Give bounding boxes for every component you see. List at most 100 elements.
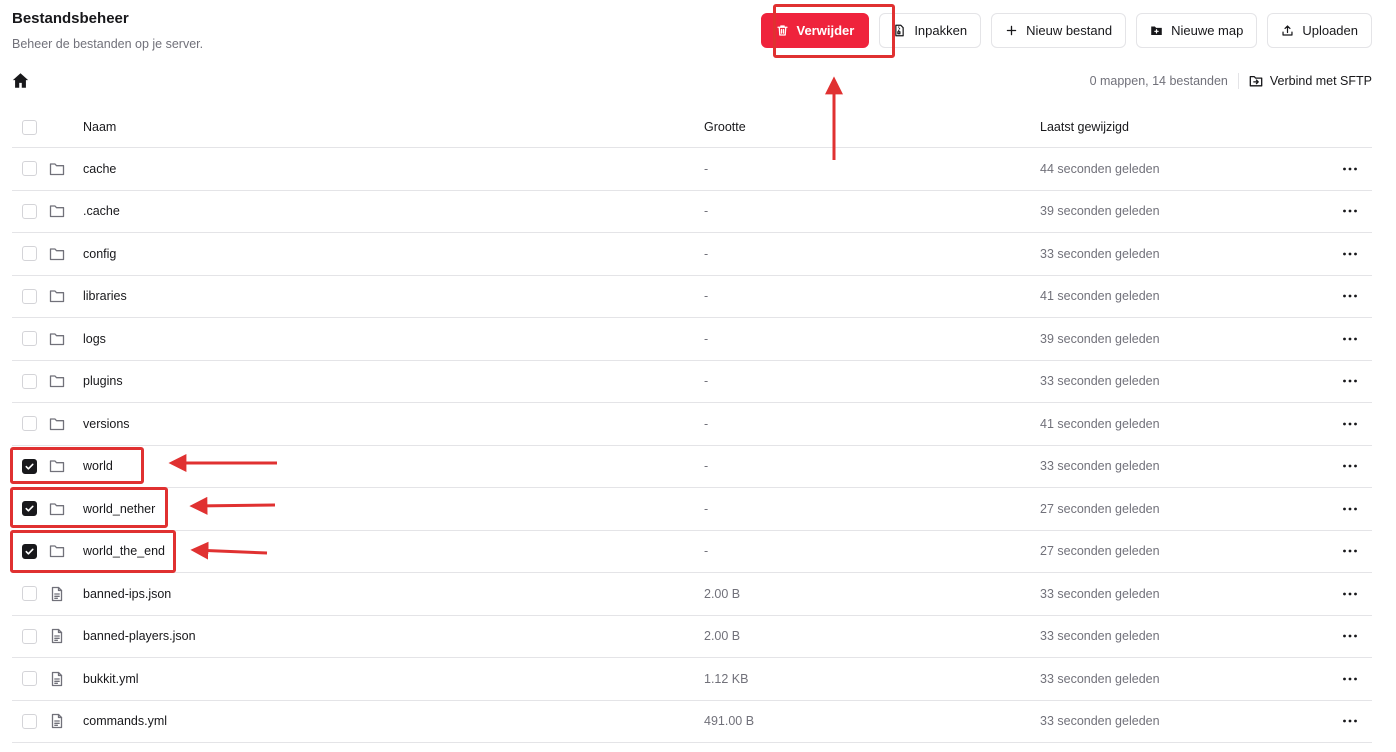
table-row[interactable]: plugins - 33 seconden geleden <box>12 361 1372 403</box>
new-file-button[interactable]: Nieuw bestand <box>991 13 1127 48</box>
row-menu-button[interactable] <box>1328 252 1372 256</box>
row-size: 2.00 B <box>704 586 741 601</box>
table-row[interactable]: versions - 41 seconden geleden <box>12 403 1372 446</box>
pack-button-label: Inpakken <box>914 23 968 38</box>
row-checkbox[interactable] <box>22 628 37 644</box>
row-name[interactable]: logs <box>83 332 704 346</box>
row-modified: 27 seconden geleden <box>1040 501 1160 516</box>
folder-arrow-icon <box>1249 75 1263 87</box>
row-name[interactable]: commands.yml <box>83 714 704 728</box>
table-row[interactable]: cache - 44 seconden geleden <box>12 148 1372 191</box>
row-size: - <box>704 246 709 261</box>
row-modified: 41 seconden geleden <box>1040 289 1160 304</box>
column-header-name[interactable]: Naam <box>83 120 704 134</box>
column-header-size[interactable]: Grootte <box>704 120 1040 134</box>
row-menu-button[interactable] <box>1328 719 1372 723</box>
table-row[interactable]: world_nether - 27 seconden geleden <box>12 488 1372 531</box>
row-menu-button[interactable] <box>1328 167 1372 171</box>
row-menu-button[interactable] <box>1328 337 1372 341</box>
row-checkbox[interactable] <box>22 203 37 219</box>
row-menu-button[interactable] <box>1328 634 1372 638</box>
more-icon <box>1343 379 1357 383</box>
more-icon <box>1343 422 1357 426</box>
row-size: 1.12 KB <box>704 671 749 686</box>
folder-icon <box>49 163 65 175</box>
row-menu-button[interactable] <box>1328 507 1372 511</box>
row-checkbox[interactable] <box>22 161 37 177</box>
row-checkbox[interactable] <box>22 671 37 687</box>
more-icon <box>1343 464 1357 468</box>
row-modified: 33 seconden geleden <box>1040 246 1160 261</box>
more-icon <box>1343 719 1357 723</box>
row-size: - <box>704 416 709 431</box>
row-modified: 33 seconden geleden <box>1040 586 1160 601</box>
folder-icon <box>49 290 65 303</box>
table-row[interactable]: libraries - 41 seconden geleden <box>12 276 1372 318</box>
file-icon <box>51 586 63 601</box>
row-name[interactable]: world_the_end <box>83 544 704 558</box>
row-size: - <box>704 501 709 516</box>
folder-icon <box>49 375 65 388</box>
column-header-modified[interactable]: Laatst gewijzigd <box>1040 120 1328 134</box>
row-menu-button[interactable] <box>1328 422 1372 426</box>
more-icon <box>1343 549 1357 553</box>
folder-icon <box>49 460 65 473</box>
row-menu-button[interactable] <box>1328 209 1372 213</box>
upload-icon <box>1282 25 1293 36</box>
row-name[interactable]: world <box>83 459 704 473</box>
row-modified: 33 seconden geleden <box>1040 374 1160 389</box>
row-menu-button[interactable] <box>1328 294 1372 298</box>
row-name[interactable]: banned-ips.json <box>83 587 704 601</box>
row-menu-button[interactable] <box>1328 379 1372 383</box>
table-header: Naam Grootte Laatst gewijzigd <box>12 107 1372 148</box>
page-subtitle: Beheer de bestanden op je server. <box>12 37 204 51</box>
row-name[interactable]: plugins <box>83 374 704 388</box>
plus-icon <box>1006 25 1017 36</box>
row-modified: 33 seconden geleden <box>1040 714 1160 729</box>
folder-plus-icon <box>1151 26 1162 35</box>
new-folder-button-label: Nieuwe map <box>1171 23 1244 38</box>
row-menu-button[interactable] <box>1328 592 1372 596</box>
row-checkbox[interactable] <box>22 288 37 304</box>
row-name[interactable]: cache <box>83 162 704 176</box>
more-icon <box>1343 677 1357 681</box>
row-checkbox[interactable] <box>22 543 37 559</box>
table-row[interactable]: world - 33 seconden geleden <box>12 446 1372 488</box>
row-name[interactable]: libraries <box>83 289 704 303</box>
page-title: Bestandsbeheer <box>12 10 129 27</box>
row-name[interactable]: banned-players.json <box>83 629 704 643</box>
table-row[interactable]: world_the_end - 27 seconden geleden <box>12 531 1372 573</box>
row-name[interactable]: world_nether <box>83 502 704 516</box>
home-icon[interactable] <box>12 72 29 89</box>
table-row[interactable]: banned-ips.json 2.00 B 33 seconden geleden <box>12 573 1372 616</box>
table-row[interactable]: config - 33 seconden geleden <box>12 233 1372 276</box>
table-row[interactable]: bukkit.yml 1.12 KB 33 seconden geleden <box>12 658 1372 701</box>
table-row[interactable]: commands.yml 491.00 B 33 seconden geleden <box>12 701 1372 743</box>
row-checkbox[interactable] <box>22 331 37 347</box>
row-checkbox[interactable] <box>22 713 37 729</box>
row-menu-button[interactable] <box>1328 549 1372 553</box>
row-name[interactable]: .cache <box>83 204 704 218</box>
row-name[interactable]: config <box>83 247 704 261</box>
table-row[interactable]: .cache - 39 seconden geleden <box>12 191 1372 233</box>
row-checkbox[interactable] <box>22 416 37 432</box>
sftp-button[interactable]: Verbind met SFTP <box>1249 74 1372 88</box>
row-menu-button[interactable] <box>1328 464 1372 468</box>
table-row[interactable]: banned-players.json 2.00 B 33 seconden gel… <box>12 616 1372 658</box>
new-folder-button[interactable]: Nieuwe map <box>1136 13 1258 48</box>
folder-icon <box>49 205 65 218</box>
upload-button[interactable]: Uploaden <box>1267 13 1372 48</box>
row-checkbox[interactable] <box>22 373 37 389</box>
row-checkbox[interactable] <box>22 458 37 474</box>
row-menu-button[interactable] <box>1328 677 1372 681</box>
row-checkbox[interactable] <box>22 586 37 602</box>
select-all-checkbox[interactable] <box>22 119 37 135</box>
file-meta: 0 mappen, 14 bestanden Verbind met SFTP <box>1090 73 1372 89</box>
row-checkbox[interactable] <box>22 501 37 517</box>
more-icon <box>1343 167 1357 171</box>
row-checkbox[interactable] <box>22 246 37 262</box>
row-name[interactable]: versions <box>83 417 704 431</box>
table-row[interactable]: logs - 39 seconden geleden <box>12 318 1372 361</box>
row-modified: 39 seconden geleden <box>1040 204 1160 219</box>
row-name[interactable]: bukkit.yml <box>83 672 704 686</box>
